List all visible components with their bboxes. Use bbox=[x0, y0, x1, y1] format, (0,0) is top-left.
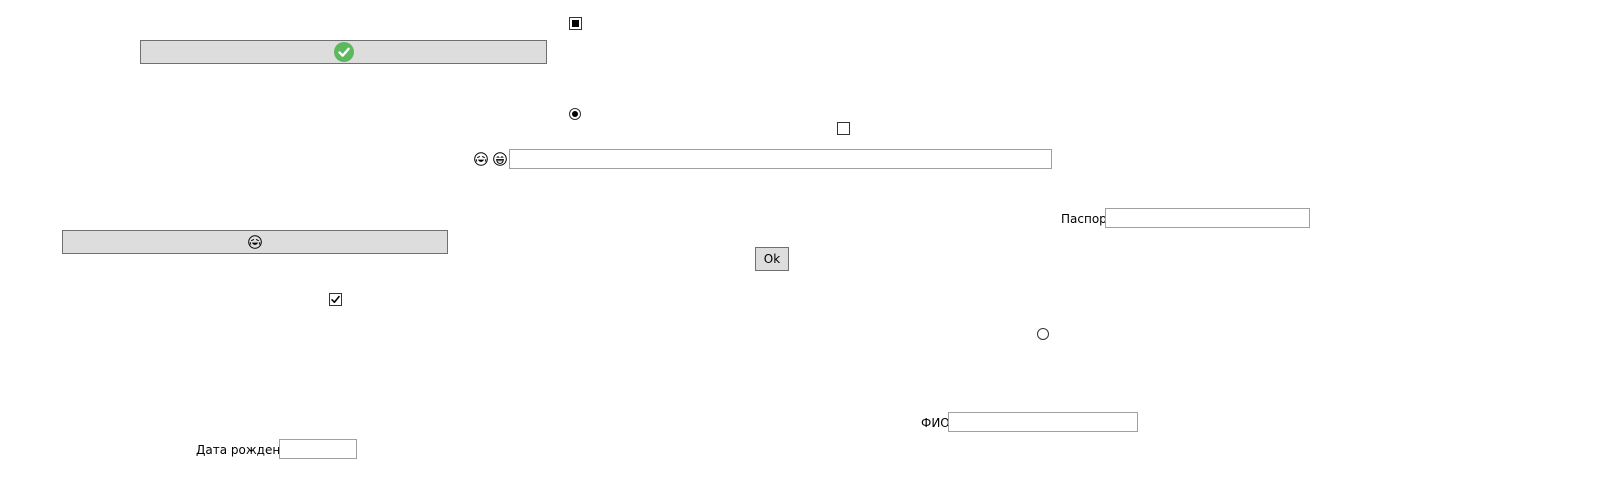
checkmark-icon bbox=[330, 294, 341, 305]
emoji-text-field[interactable] bbox=[509, 149, 1052, 169]
checkbox-indeterminate-mark bbox=[572, 20, 579, 27]
confirm-icon-button[interactable] bbox=[140, 40, 547, 64]
passport-field[interactable] bbox=[1105, 208, 1310, 228]
grinning-face-icon bbox=[493, 152, 507, 166]
ok-button[interactable]: Ok bbox=[755, 247, 789, 271]
checkbox-checked[interactable] bbox=[329, 293, 342, 306]
laughing-face-icon bbox=[248, 235, 262, 249]
radio-unselected[interactable] bbox=[1037, 328, 1049, 340]
checkbox-indeterminate[interactable] bbox=[569, 17, 582, 30]
fio-field[interactable] bbox=[948, 412, 1138, 432]
radio-selected-dot bbox=[572, 111, 578, 117]
fio-label: ФИО bbox=[921, 416, 950, 430]
radio-selected[interactable] bbox=[569, 108, 581, 120]
laughing-face-icon bbox=[474, 152, 488, 166]
birth-date-field[interactable] bbox=[279, 439, 357, 459]
emoji-button[interactable] bbox=[62, 230, 448, 254]
checkbox-unchecked[interactable] bbox=[837, 122, 850, 135]
green-check-icon bbox=[333, 42, 354, 62]
